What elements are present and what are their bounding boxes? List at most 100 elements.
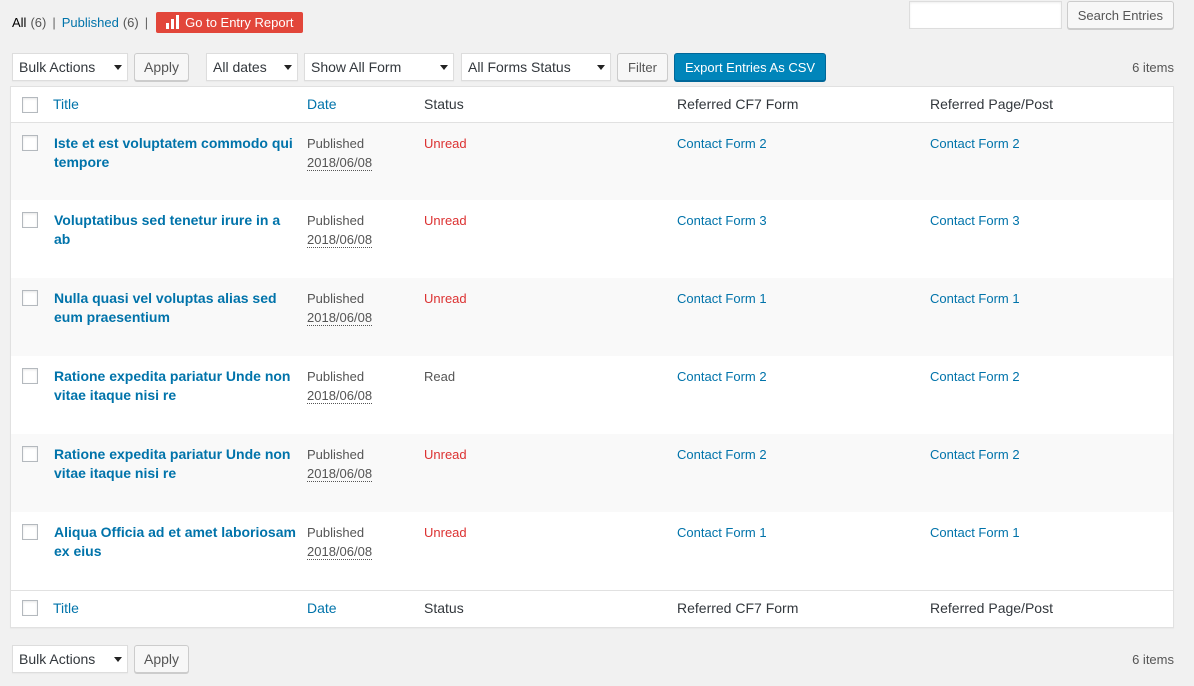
dropdown-caret-icon — [440, 65, 448, 70]
bulk-actions-value: Bulk Actions — [19, 59, 96, 75]
select-all-checkbox[interactable] — [22, 96, 38, 113]
view-all-count: (6) — [30, 14, 47, 30]
search-input[interactable] — [908, 1, 1062, 29]
table-row: Ratione expedita pariatur Unde non vitae… — [11, 434, 1173, 512]
column-title-footer[interactable]: Title — [51, 590, 306, 625]
date-status: Published — [307, 447, 365, 462]
column-page-footer: Referred Page/Post — [930, 599, 1053, 616]
status-label: Unread — [424, 213, 467, 228]
select-all-checkbox-footer[interactable] — [22, 600, 38, 617]
table-body: Iste et est voluptatem commodo qui tempo… — [11, 122, 1173, 590]
date-status: Published — [307, 369, 365, 384]
row-checkbox[interactable] — [22, 290, 38, 306]
date-status: Published — [307, 291, 365, 306]
tablenav-top: Bulk Actions Apply All dates Show All Fo… — [12, 53, 1174, 81]
date-value: 2018/06/08 — [307, 232, 373, 248]
date-status: Published — [307, 135, 365, 151]
dropdown-caret-icon — [284, 65, 292, 70]
column-page: Referred Page/Post — [930, 96, 1053, 113]
status-label: Read — [424, 369, 456, 384]
table-row: Voluptatibus sed tenetur irure in a ab P… — [11, 200, 1173, 278]
entry-report-button[interactable]: Go to Entry Report — [156, 11, 303, 33]
page-link[interactable]: Contact Form 1 — [930, 291, 1020, 306]
table-row: Aliqua Officia ad et amet laboriosam ex … — [11, 512, 1173, 590]
date-value: 2018/06/08 — [307, 466, 373, 482]
column-date-footer[interactable]: Date — [306, 590, 423, 625]
status-label: Unread — [424, 291, 467, 306]
date-status: Published — [307, 213, 365, 228]
status-filter-select[interactable]: All Forms Status — [461, 53, 611, 81]
bulk-actions-select[interactable]: Bulk Actions — [12, 53, 128, 81]
view-separator: | — [144, 14, 149, 30]
page-link[interactable]: Contact Form 1 — [930, 525, 1020, 540]
bulk-actions-select-bottom[interactable]: Bulk Actions — [12, 645, 128, 673]
form-link[interactable]: Contact Form 2 — [677, 369, 767, 384]
view-separator: | — [52, 14, 56, 30]
dropdown-caret-icon — [114, 65, 122, 70]
dates-filter-select[interactable]: All dates — [206, 53, 298, 81]
column-status: Status — [424, 96, 464, 113]
items-count-bottom: 6 items — [1132, 652, 1174, 667]
tablenav-bottom: Bulk Actions Apply 6 items — [12, 645, 1174, 673]
entries-table: Title Date Status Referred CF7 Form Refe… — [10, 86, 1174, 628]
date-value: 2018/06/08 — [307, 544, 373, 560]
page-link[interactable]: Contact Form 2 — [930, 447, 1020, 462]
date-value: 2018/06/08 — [307, 154, 373, 171]
entry-title-link[interactable]: Nulla quasi vel voluptas alias sed eum p… — [52, 289, 305, 327]
table-footer-row: Title Date Status Referred CF7 Form Refe… — [11, 590, 1173, 625]
status-label: Unread — [424, 447, 467, 462]
column-date[interactable]: Date — [306, 87, 423, 122]
column-status-footer: Status — [424, 599, 464, 616]
page-link[interactable]: Contact Form 3 — [930, 213, 1020, 228]
search-box: Search Entries — [908, 1, 1174, 29]
entry-report-label: Go to Entry Report — [185, 14, 294, 30]
apply-button-bottom[interactable]: Apply — [134, 645, 189, 673]
apply-button[interactable]: Apply — [134, 53, 189, 81]
table-header-row: Title Date Status Referred CF7 Form Refe… — [11, 87, 1173, 122]
date-status: Published — [307, 525, 365, 540]
filter-button[interactable]: Filter — [617, 53, 668, 81]
status-label: Unread — [424, 135, 467, 151]
select-all-cell — [11, 590, 51, 625]
column-title[interactable]: Title — [51, 87, 306, 122]
status-label: Unread — [424, 525, 467, 540]
form-link[interactable]: Contact Form 2 — [677, 136, 767, 151]
row-checkbox[interactable] — [22, 524, 38, 540]
column-form-footer: Referred CF7 Form — [677, 599, 799, 616]
form-link[interactable]: Contact Form 3 — [677, 213, 767, 228]
entry-title-link[interactable]: Aliqua Officia ad et amet laboriosam ex … — [52, 523, 305, 561]
view-all-link[interactable]: All — [12, 15, 26, 30]
items-count: 6 items — [1132, 60, 1174, 75]
view-published-link[interactable]: Published — [62, 15, 119, 30]
export-csv-button[interactable]: Export Entries As CSV — [674, 53, 827, 81]
status-filter-value: All Forms Status — [468, 59, 571, 75]
status-views: All (6) | Published (6) | Go to Entry Re… — [12, 11, 303, 33]
entry-title-link[interactable]: Iste et est voluptatem commodo qui tempo… — [52, 134, 305, 172]
date-value: 2018/06/08 — [307, 310, 373, 326]
select-all-cell — [11, 87, 51, 122]
entry-title-link[interactable]: Ratione expedita pariatur Unde non vitae… — [52, 445, 305, 483]
form-link[interactable]: Contact Form 2 — [677, 447, 767, 462]
column-form: Referred CF7 Form — [677, 96, 799, 113]
form-filter-value: Show All Form — [311, 59, 402, 75]
page-link[interactable]: Contact Form 2 — [930, 369, 1020, 384]
table-row: Ratione expedita pariatur Unde non vitae… — [11, 356, 1173, 434]
dates-filter-value: All dates — [213, 59, 267, 75]
table-row: Iste et est voluptatem commodo qui tempo… — [11, 122, 1173, 200]
bulk-actions-value: Bulk Actions — [19, 651, 96, 667]
row-checkbox[interactable] — [22, 446, 38, 462]
bar-chart-icon — [166, 15, 180, 29]
dropdown-caret-icon — [114, 657, 122, 662]
row-checkbox[interactable] — [22, 134, 38, 151]
form-filter-select[interactable]: Show All Form — [304, 53, 454, 81]
form-link[interactable]: Contact Form 1 — [677, 291, 767, 306]
search-entries-button[interactable]: Search Entries — [1066, 1, 1174, 29]
entry-title-link[interactable]: Ratione expedita pariatur Unde non vitae… — [52, 367, 305, 405]
row-checkbox[interactable] — [22, 212, 38, 228]
form-link[interactable]: Contact Form 1 — [677, 525, 767, 540]
page-link[interactable]: Contact Form 2 — [930, 136, 1020, 151]
view-published-count: (6) — [122, 14, 139, 30]
date-value: 2018/06/08 — [307, 388, 373, 404]
entry-title-link[interactable]: Voluptatibus sed tenetur irure in a ab — [52, 211, 305, 249]
row-checkbox[interactable] — [22, 368, 38, 384]
